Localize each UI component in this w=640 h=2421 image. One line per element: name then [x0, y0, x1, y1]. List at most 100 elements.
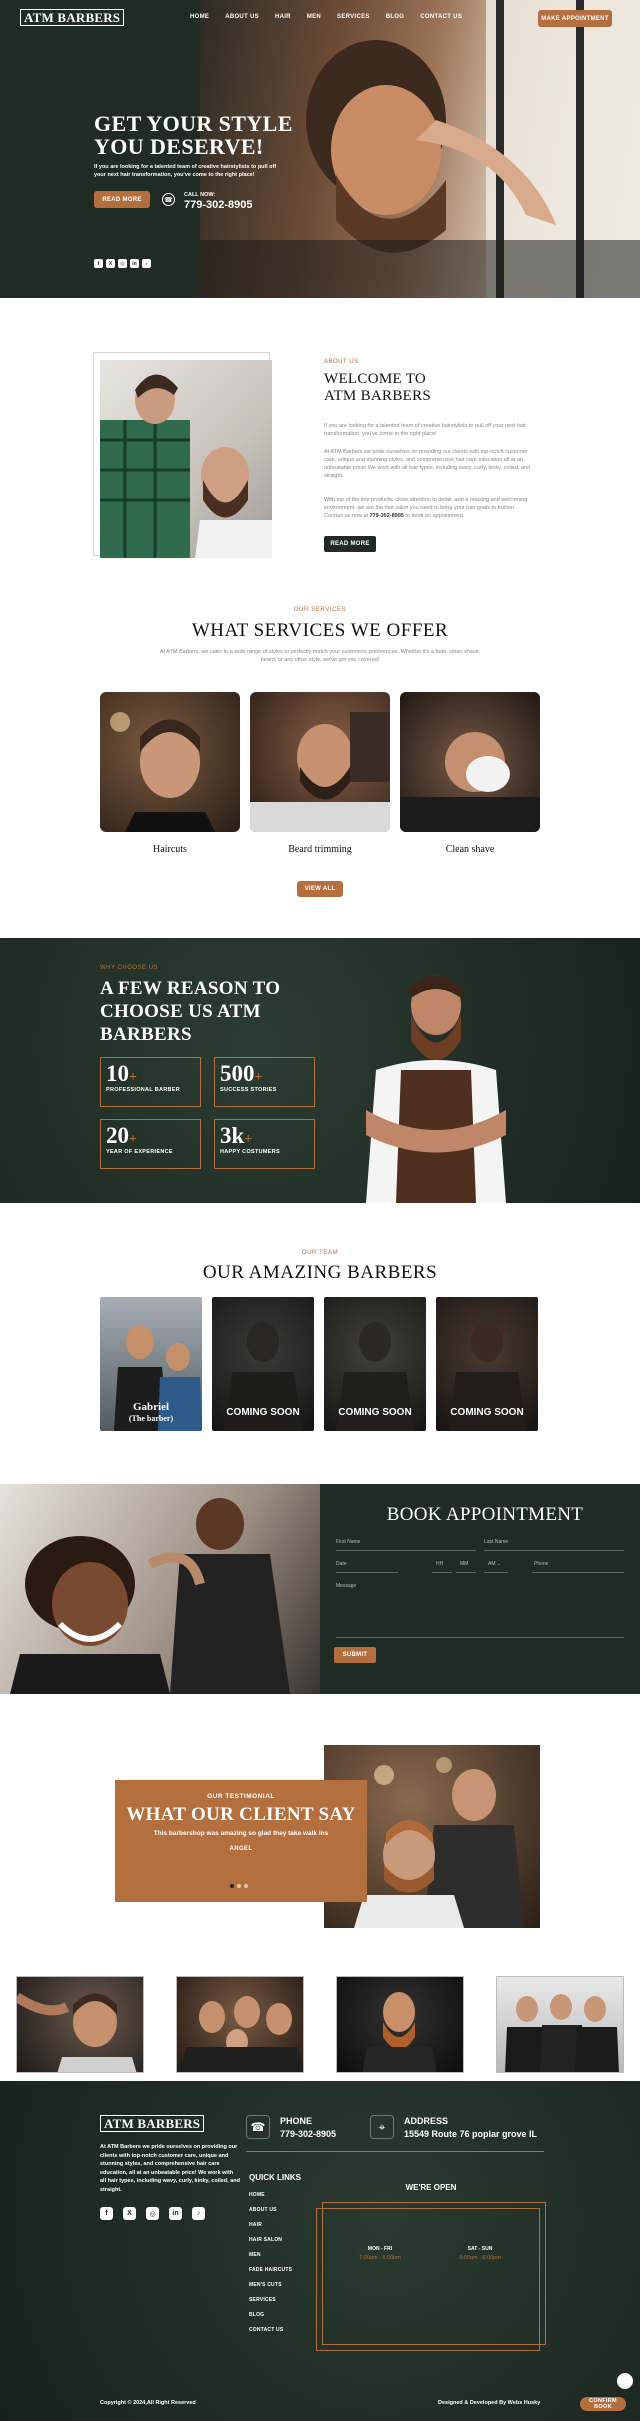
about-read-more-button[interactable]: READ MORE: [324, 536, 376, 552]
confirm-book-floating-button[interactable]: CONFIRM BOOK: [580, 2397, 626, 2411]
footer-address: 15549 Route 76 poplar grove IL: [404, 2129, 538, 2139]
team-title: OUR AMAZING BARBERS: [202, 1262, 438, 1283]
quick-link-blog[interactable]: BLOG: [249, 2312, 292, 2318]
about-paragraph-3: With top of the line products, close att…: [324, 496, 536, 520]
x-icon[interactable]: X: [106, 259, 115, 268]
footer-social-icons: f X ◎ in ♪: [100, 2207, 205, 2220]
nav-item-hair[interactable]: HAIR: [275, 14, 291, 20]
facebook-icon[interactable]: f: [94, 259, 103, 268]
tiktok-icon[interactable]: ♪: [142, 259, 151, 268]
service-image-haircuts[interactable]: [100, 692, 240, 832]
facebook-icon[interactable]: f: [100, 2207, 113, 2220]
quick-link-men[interactable]: MEN: [249, 2252, 292, 2258]
quick-link-mens-cuts[interactable]: MEN'S CUTS: [249, 2282, 292, 2288]
minute-label: MM: [460, 1561, 469, 1567]
x-icon[interactable]: X: [123, 2207, 136, 2220]
tiktok-icon[interactable]: ♪: [192, 2207, 205, 2220]
nav-item-services[interactable]: SERVICES: [337, 14, 370, 20]
last-name-field[interactable]: [484, 1550, 624, 1551]
ampm-select[interactable]: AM ⌄: [488, 1561, 501, 1567]
stat-card-customers: 3k+ HAPPY COSTUMERS: [214, 1119, 315, 1169]
hero-social-icons: f X ◎ in ♪: [94, 259, 151, 268]
quick-links-list: HOME ABOUT US HAIR HAIR SALON MEN FADE H…: [249, 2192, 292, 2333]
hour-field[interactable]: [432, 1572, 452, 1573]
hours-weekend-days: SAT - SUN: [467, 2246, 493, 2252]
gallery-image-4[interactable]: [496, 1976, 624, 2073]
service-label-haircuts[interactable]: Haircuts: [100, 844, 240, 855]
minute-field[interactable]: [456, 1572, 476, 1573]
nav-item-men[interactable]: MEN: [307, 14, 321, 20]
phone-field[interactable]: [532, 1572, 624, 1573]
make-appointment-button[interactable]: MAKE APPOINTMENT: [538, 10, 612, 27]
stat-value: 20: [106, 1123, 129, 1148]
team-card-coming-soon-3[interactable]: COMING SOON: [436, 1297, 538, 1431]
gallery-image-2[interactable]: [176, 1976, 304, 2073]
service-image-clean-shave[interactable]: [400, 692, 540, 832]
first-name-field[interactable]: [336, 1550, 476, 1551]
services-view-all-button[interactable]: VIEW ALL: [297, 881, 343, 897]
nav-item-contact-us[interactable]: CONTACT US: [420, 14, 462, 20]
footer-logo[interactable]: ATM BARBERS: [100, 2115, 205, 2132]
linkedin-icon[interactable]: in: [169, 2207, 182, 2220]
carousel-dot-active[interactable]: [230, 1884, 234, 1888]
about-title-line2: ATM BARBERS: [324, 388, 432, 404]
services-title: WHAT SERVICES WE OFFER: [191, 620, 449, 641]
testimonial-eyebrow: OUR TESTIMONIAL: [207, 1793, 275, 1800]
site-logo[interactable]: ATM BARBERS: [20, 9, 125, 26]
gallery-image-1[interactable]: [16, 1976, 144, 2073]
services-intro: At ATM Barbers, we cater to a wide range…: [159, 649, 481, 663]
service-label-beard-trimming[interactable]: Beard trimming: [250, 844, 390, 855]
hero-title-line1: GET YOUR STYLE: [94, 111, 293, 136]
first-name-label: First Name: [336, 1539, 361, 1545]
instagram-icon[interactable]: ◎: [146, 2207, 159, 2220]
service-image-beard-trimming[interactable]: [250, 692, 390, 832]
hero-read-more-button[interactable]: READ MORE: [94, 191, 150, 208]
stat-card-barbers: 10+ PROFESSIONAL BARBER: [100, 1057, 201, 1107]
stat-suffix: +: [129, 1070, 137, 1085]
team-card-gabriel[interactable]: Gabriel (The barber): [100, 1297, 202, 1431]
team-member-name: Gabriel: [132, 1401, 170, 1413]
scroll-up-button[interactable]: [617, 2373, 633, 2389]
gallery-illustration-3: [362, 1992, 437, 2072]
footer-phone[interactable]: 779-302-8905: [280, 2129, 336, 2139]
nav-item-about-us[interactable]: ABOUT US: [225, 14, 259, 20]
quick-link-home[interactable]: HOME: [249, 2192, 292, 2198]
linkedin-icon[interactable]: in: [130, 259, 139, 268]
why-title-line3: BARBERS: [100, 1024, 192, 1045]
footer-phone-icon: ☎: [246, 2115, 270, 2139]
nav-item-home[interactable]: HOME: [190, 14, 209, 20]
date-field[interactable]: [336, 1572, 398, 1573]
quick-link-contact-us[interactable]: CONTACT US: [249, 2327, 292, 2333]
booking-photo: [0, 1484, 320, 1694]
message-field[interactable]: [336, 1637, 624, 1638]
team-card-coming-soon-1[interactable]: COMING SOON: [212, 1297, 314, 1431]
we-are-open-title: WE'RE OPEN: [405, 2183, 457, 2192]
why-choose-us-section: WHY CHOOSE US A FEW REASON TO CHOOSE US …: [0, 938, 640, 1203]
stat-suffix: +: [254, 1070, 263, 1085]
about-eyebrow: ABOUT US: [324, 359, 359, 365]
carousel-dot[interactable]: [237, 1884, 241, 1888]
footer-about: At ATM Barbers we pride ourselves on pro…: [100, 2144, 240, 2193]
hero-call-label: CALL NOW:: [184, 192, 216, 198]
instagram-icon[interactable]: ◎: [118, 259, 127, 268]
service-label-clean-shave[interactable]: Clean shave: [400, 844, 540, 855]
copyright: Copyright © 2024,All Right Reserved: [100, 2400, 196, 2406]
carousel-dot[interactable]: [244, 1884, 248, 1888]
submit-button[interactable]: SUBMIT: [334, 1647, 376, 1663]
why-barber-photo: [346, 960, 526, 1203]
quick-link-hair[interactable]: HAIR: [249, 2222, 292, 2228]
site-footer: ATM BARBERS At ATM Barbers we pride ours…: [0, 2081, 640, 2421]
quick-link-services[interactable]: SERVICES: [249, 2297, 292, 2303]
hero-phone[interactable]: 779-302-8905: [184, 199, 253, 211]
team-member-name: COMING SOON: [450, 1407, 524, 1418]
nav-item-blog[interactable]: BLOG: [386, 14, 405, 20]
quick-link-about-us[interactable]: ABOUT US: [249, 2207, 292, 2213]
gallery-image-3[interactable]: [336, 1976, 464, 2073]
about-paragraph-3-phone[interactable]: 779-302-8905: [370, 513, 404, 519]
why-eyebrow: WHY CHOOSE US: [100, 965, 159, 971]
main-nav: HOME ABOUT US HAIR MEN SERVICES BLOG CON…: [190, 14, 462, 20]
ampm-field[interactable]: [484, 1572, 508, 1573]
team-card-coming-soon-2[interactable]: COMING SOON: [324, 1297, 426, 1431]
quick-link-hair-salon[interactable]: HAIR SALON: [249, 2237, 292, 2243]
quick-link-fade-haircuts[interactable]: FADE HAIRCUTS: [249, 2267, 292, 2273]
